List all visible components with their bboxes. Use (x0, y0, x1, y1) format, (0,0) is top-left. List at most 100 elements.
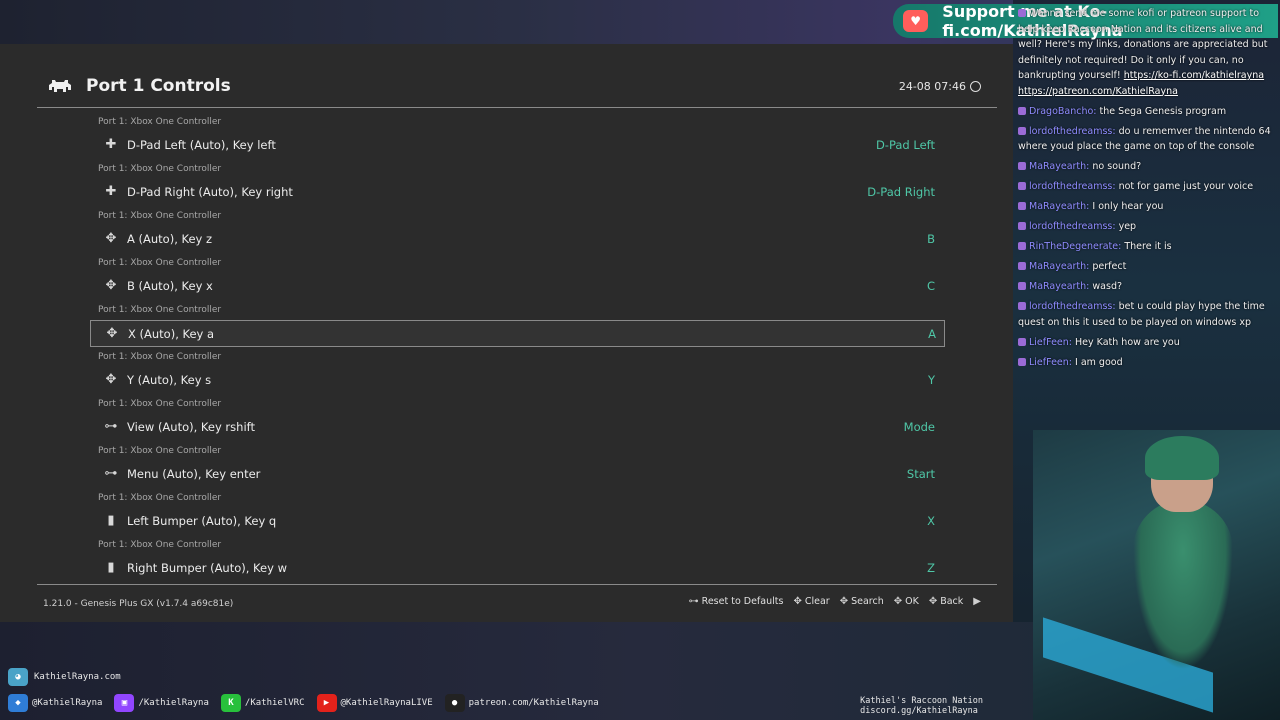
binding-label: D-Pad Right (Auto), Key right (127, 184, 293, 199)
list-item: Port 1: Xbox One Controller ✥ A (Auto), … (90, 208, 945, 255)
select-button-icon: ⊶ (688, 596, 699, 607)
binding-row[interactable]: ✥ B (Auto), Key x C (90, 273, 943, 298)
chat-badge-icon (1018, 106, 1026, 115)
binding-row[interactable]: ✚ D-Pad Right (Auto), Key right D-Pad Ri… (90, 179, 943, 204)
chat-badge-icon (1018, 9, 1026, 17)
chat-badge-icon (1018, 202, 1026, 210)
chat-text: There it is (1124, 241, 1172, 252)
search-label: Search (851, 596, 884, 607)
chat-username: lordofthedreamss: (1029, 301, 1116, 312)
social-handle: /KathielRayna (138, 698, 209, 708)
bluesky-icon: ◆ (8, 694, 28, 712)
select-button-icon: ⊶ (104, 419, 118, 434)
patreon-link[interactable]: https://patreon.com/KathielRayna (1018, 86, 1178, 97)
start-button-icon: ⊶ (104, 466, 118, 481)
binding-row[interactable]: ⊶ View (Auto), Key rshift Mode (90, 414, 943, 439)
list-item: Port 1: Xbox One Controller ✥ X (Auto), … (90, 302, 945, 349)
social-links-bar: ◕ KathielRayna.com ◆ @KathielRayna ▣ /Kat… (0, 664, 1013, 720)
chat-username: lordofthedreamss: (1029, 181, 1116, 192)
binding-label: Y (Auto), Key s (127, 372, 212, 387)
social-link[interactable]: ▣ /KathielRayna (114, 694, 209, 712)
chat-message: LiefFeen: Hey Kath how are you (1018, 335, 1276, 351)
chat-message: MaRayearth: I only hear you (1018, 199, 1276, 215)
list-item: Port 1: Xbox One Controller ▮ Right Bump… (90, 537, 945, 584)
chat-badge-icon (1018, 126, 1026, 135)
list-item: Port 1: Xbox One Controller ✥ B (Auto), … (90, 255, 945, 302)
ok-button[interactable]: ✥ OK (894, 596, 919, 607)
device-label: Port 1: Xbox One Controller (98, 258, 222, 268)
footer-divider (37, 584, 997, 585)
website: ◕ KathielRayna.com (8, 668, 121, 686)
clear-button[interactable]: ✥ Clear (793, 596, 829, 607)
avatar-body (1133, 500, 1233, 670)
chat-text: wasd? (1092, 281, 1123, 292)
face-button-bottom-icon: ✥ (928, 596, 938, 607)
kofi-link[interactable]: https://ko-fi.com/kathielrayna (1124, 70, 1264, 81)
chat-badge-icon (1018, 337, 1026, 346)
kofi-cup-icon: ♥ (903, 10, 929, 32)
chat-badge-icon (1018, 182, 1026, 190)
ok-label: OK (905, 596, 919, 607)
social-link[interactable]: K /KathielVRC (220, 694, 305, 712)
discord-title: Kathiel's Raccoon Nation (860, 696, 983, 706)
controls-list: Port 1: Xbox One Controller ✚ D-Pad Left… (90, 114, 945, 584)
youtube-icon: ▶ (316, 694, 337, 712)
binding-label: Menu (Auto), Key enter (127, 466, 261, 481)
binding-label: Right Bumper (Auto), Key w (127, 560, 287, 575)
binding-row[interactable]: ✥ Y (Auto), Key s Y (90, 367, 943, 392)
chat-text: I only hear you (1092, 201, 1164, 212)
menu-toggle-button[interactable]: ▶ (973, 596, 981, 607)
face-button-icon: ✥ (105, 372, 117, 387)
retroarch-logo-icon (49, 80, 71, 92)
core-version: 1.21.0 - Genesis Plus GX (v1.7.4 a69c81e… (43, 599, 234, 609)
chat-message: MaRayearth: perfect (1018, 259, 1276, 275)
back-button[interactable]: ✥ Back (929, 596, 963, 607)
chat-badge-icon (1018, 162, 1026, 170)
binding-label: X (Auto), Key a (128, 326, 215, 341)
chat-text: the Sega Genesis program (1099, 105, 1227, 117)
binding-row[interactable]: ✥ X (Auto), Key a A (90, 320, 945, 347)
avatar-hair (1145, 436, 1219, 480)
chat-username: MaRayearth: (1029, 281, 1090, 292)
kick-icon: K (220, 694, 241, 712)
chat-message: DragoBancho: the Sega Genesis program (1018, 104, 1276, 120)
chat-message: Wanna send me some kofi or patreon suppo… (1018, 6, 1276, 99)
social-link[interactable]: ◆ @KathielRayna (8, 694, 102, 712)
binding-value: D-Pad Right (867, 184, 935, 199)
stream-chat: Wanna send me some kofi or patreon suppo… (1018, 6, 1276, 375)
device-label: Port 1: Xbox One Controller (98, 117, 222, 127)
list-item: Port 1: Xbox One Controller ✥ Y (Auto), … (90, 349, 945, 396)
chat-badge-icon (1018, 262, 1026, 270)
chat-text: yep (1118, 221, 1137, 232)
social-handle: patreon.com/KathielRayna (468, 698, 599, 708)
reset-defaults-button[interactable]: ⊶ Reset to Defaults (689, 596, 784, 607)
chat-badge-icon (1018, 302, 1026, 310)
binding-value: D-Pad Left (875, 137, 935, 152)
chat-message: LiefFeen: I am good (1018, 355, 1276, 371)
social-link[interactable]: ▶ @KathielRaynaLIVE (316, 694, 433, 712)
device-label: Port 1: Xbox One Controller (98, 164, 222, 174)
list-item: Port 1: Xbox One Controller ⊶ View (Auto… (90, 396, 945, 443)
binding-label: A (Auto), Key z (127, 231, 213, 246)
binding-row[interactable]: ▮ Left Bumper (Auto), Key q X (90, 508, 943, 533)
chat-username: MaRayearth: (1029, 201, 1090, 212)
chat-text: perfect (1092, 261, 1127, 272)
social-row: ◆ @KathielRayna ▣ /KathielRayna K /Kathiel… (8, 694, 599, 712)
chat-badge-icon (1018, 357, 1026, 366)
binding-row[interactable]: ▮ Right Bumper (Auto), Key w Z (90, 555, 943, 580)
face-button-left-icon: ✥ (793, 596, 802, 607)
binding-row[interactable]: ✚ D-Pad Left (Auto), Key left D-Pad Left (90, 132, 943, 157)
face-button-icon: ✥ (105, 278, 117, 293)
clear-label: Clear (804, 596, 830, 607)
chat-message: MaRayearth: wasd? (1018, 279, 1276, 295)
vtuber-camera (1033, 430, 1280, 720)
chat-badge-icon (1018, 222, 1026, 230)
chat-message: MaRayearth: no sound? (1018, 159, 1276, 175)
binding-row[interactable]: ✥ A (Auto), Key z B (90, 226, 943, 251)
binding-label: Left Bumper (Auto), Key q (127, 513, 277, 528)
website-text: KathielRayna.com (34, 672, 121, 682)
binding-row[interactable]: ⊶ Menu (Auto), Key enter Start (90, 461, 943, 486)
search-button[interactable]: ✥ Search (840, 596, 884, 607)
social-link[interactable]: ● patreon.com/KathielRayna (444, 694, 599, 712)
bumper-icon: ▮ (107, 560, 115, 575)
